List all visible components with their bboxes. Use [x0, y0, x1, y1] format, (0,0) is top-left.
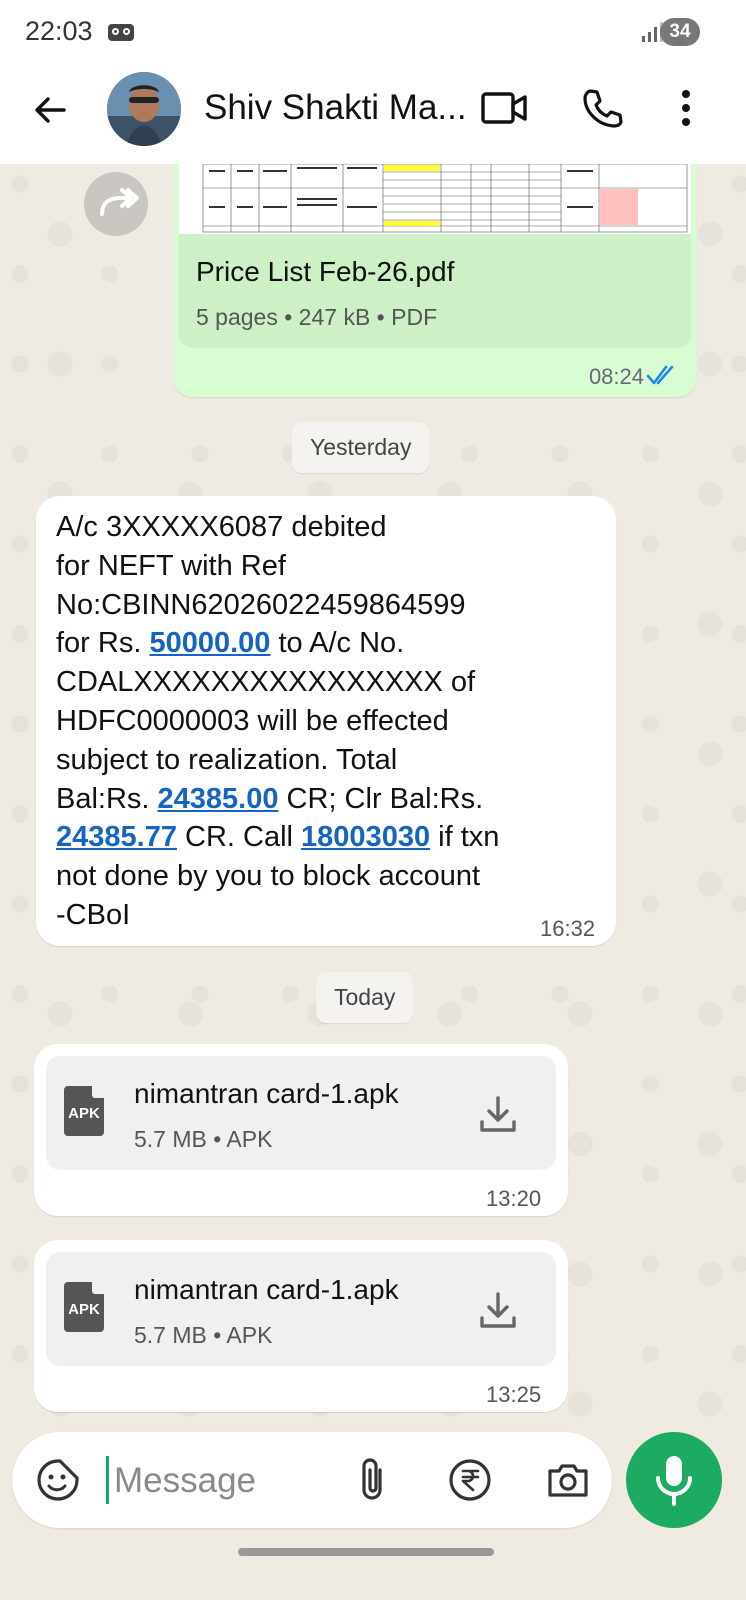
message-text-segment: CR. Call: [176, 821, 302, 854]
message-text-segment: not done by you to block account: [56, 860, 481, 893]
status-time: 22:03: [25, 16, 93, 46]
pdf-thumbnail: [179, 164, 691, 234]
message-composer: [12, 1432, 612, 1528]
apk-attachment[interactable]: APK nimantran card-1.apk 5.7 MB • APK: [46, 1056, 556, 1170]
camera-icon[interactable]: [546, 1458, 590, 1502]
pdf-attachment[interactable]: Price List Feb-26.pdf 5 pages • 247 kB •…: [179, 164, 691, 348]
message-text-line: No:CBINN62026022459864599: [56, 586, 604, 625]
message-time: 13:20: [486, 1186, 542, 1211]
message-text-segment: HDFC0000003 will be effected: [56, 704, 449, 737]
status-bar: 22:03 34: [0, 0, 746, 64]
apk-file-icon: APK: [64, 1086, 104, 1136]
apk-file-name: nimantran card-1.apk: [134, 1078, 399, 1109]
voice-call-icon[interactable]: [580, 86, 624, 130]
message-text-segment: -CBoI: [56, 898, 131, 931]
message-text-line: Bal:Rs. 24385.00 CR; Clr Bal:Rs.: [56, 780, 604, 819]
message-text-line: -CBoI: [56, 896, 604, 935]
message-text-segment: to A/c No.: [270, 627, 405, 660]
date-label: Yesterday: [310, 434, 412, 460]
message-link[interactable]: 50000.00: [149, 627, 270, 659]
apk-badge: APK: [68, 1105, 100, 1122]
date-label: Today: [334, 984, 396, 1010]
message-text-segment: CR; Clr Bal:Rs.: [278, 782, 484, 815]
message-text-segment: for Rs.: [56, 627, 150, 660]
apk-file-name: nimantran card-1.apk: [134, 1274, 399, 1305]
message-text-line: not done by you to block account: [56, 857, 604, 896]
message-text-segment: subject to realization. Total: [56, 743, 398, 776]
message-text-line: A/c 3XXXXX6087 debited: [56, 508, 604, 547]
mic-icon: [656, 1456, 692, 1506]
message-text-line: subject to realization. Total: [56, 741, 604, 780]
message-text-segment: CDALXXXXXXXXXXXXXXXX of: [56, 666, 476, 699]
message-time: 08:24: [588, 364, 644, 389]
message-text-line: for NEFT with Ref: [56, 547, 604, 586]
message-text-line: 24385.77 CR. Call 18003030 if txn: [56, 818, 604, 857]
paperclip-icon[interactable]: [352, 1456, 392, 1504]
gesture-bar: [238, 1548, 494, 1556]
battery-indicator: 34: [660, 18, 700, 46]
message-text: A/c 3XXXXX6087 debited for NEFT with Ref N…: [56, 508, 604, 935]
forward-button[interactable]: [84, 172, 148, 236]
message-text-segment: Bal:Rs.: [56, 782, 158, 815]
double-check-icon: [646, 365, 674, 385]
voice-message-button[interactable]: [626, 1432, 722, 1528]
message-link[interactable]: 24385.00: [158, 783, 279, 815]
message-input[interactable]: [112, 1450, 346, 1512]
incoming-apk-message[interactable]: APK nimantran card-1.apk 5.7 MB • APK 13…: [34, 1240, 568, 1412]
date-separator: Today: [316, 972, 414, 1023]
chat-header: Shiv Shakti Ma...: [0, 64, 746, 164]
message-text-segment: No:CBINN62026022459864599: [56, 588, 466, 621]
message-text-segment: for NEFT with Ref: [56, 549, 286, 582]
message-time: 16:32: [540, 916, 596, 941]
video-call-icon[interactable]: [480, 88, 528, 128]
message-text-segment: if txn: [430, 821, 500, 854]
message-time: 13:25: [486, 1382, 542, 1407]
date-separator: Yesterday: [292, 422, 430, 473]
outgoing-pdf-message[interactable]: Price List Feb-26.pdf 5 pages • 247 kB •…: [174, 164, 696, 397]
download-icon[interactable]: [478, 1290, 518, 1330]
forward-icon: [100, 188, 139, 216]
voicemail-icon: [108, 24, 134, 41]
incoming-apk-message[interactable]: APK nimantran card-1.apk 5.7 MB • APK 13…: [34, 1044, 568, 1216]
rupee-icon[interactable]: [448, 1458, 492, 1502]
pdf-file-meta: 5 pages • 247 kB • PDF: [196, 304, 438, 330]
message-text-line: for Rs. 50000.00 to A/c No.: [56, 624, 604, 663]
contact-avatar[interactable]: [107, 72, 181, 146]
apk-attachment[interactable]: APK nimantran card-1.apk 5.7 MB • APK: [46, 1252, 556, 1366]
message-text-segment: A/c 3XXXXX6087 debited: [56, 511, 387, 543]
incoming-text-message[interactable]: A/c 3XXXXX6087 debited for NEFT with Ref N…: [36, 496, 616, 946]
message-text-line: CDALXXXXXXXXXXXXXXXX of: [56, 663, 604, 702]
apk-badge: APK: [68, 1301, 100, 1318]
apk-file-icon: APK: [64, 1282, 104, 1332]
contact-name[interactable]: Shiv Shakti Ma...: [204, 88, 467, 128]
text-cursor: [106, 1456, 109, 1504]
pdf-file-name: Price List Feb-26.pdf: [196, 256, 455, 287]
apk-file-meta: 5.7 MB • APK: [134, 1126, 273, 1152]
message-link[interactable]: 18003030: [301, 821, 430, 853]
message-link[interactable]: 24385.77: [56, 821, 177, 853]
more-options-icon[interactable]: [672, 86, 700, 130]
sticker-icon[interactable]: [36, 1458, 80, 1502]
message-text-line: HDFC0000003 will be effected: [56, 702, 604, 741]
apk-file-meta: 5.7 MB • APK: [134, 1322, 273, 1348]
download-icon[interactable]: [478, 1094, 518, 1134]
chat-area[interactable]: Price List Feb-26.pdf 5 pages • 247 kB •…: [0, 164, 746, 1424]
back-arrow-icon[interactable]: [30, 90, 70, 130]
